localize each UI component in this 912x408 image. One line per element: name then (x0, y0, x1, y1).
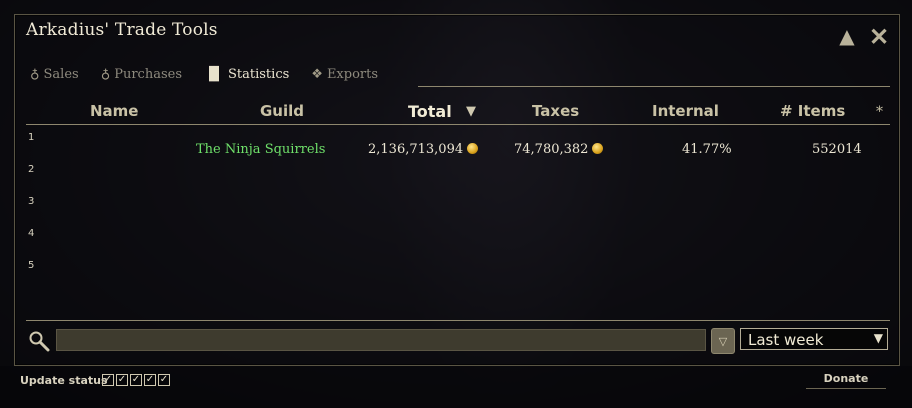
cell-guild: The Ninja Squirrels (196, 142, 326, 157)
column-header-guild[interactable]: Guild (260, 102, 304, 120)
status-checkbox[interactable]: ✓ (130, 374, 142, 386)
update-status-checks: ✓ ✓ ✓ ✓ ✓ (102, 374, 170, 386)
status-checkbox[interactable]: ✓ (158, 374, 170, 386)
filter-button[interactable]: ▽ (711, 328, 735, 354)
money-bag-icon: ♁ (30, 66, 40, 82)
row-number: 1 (28, 132, 35, 143)
sort-descending-icon[interactable]: ▼ (466, 104, 476, 119)
table-row[interactable]: 2 (26, 164, 890, 192)
tab-statistics[interactable]: ▐▌ Statistics (204, 62, 289, 86)
tab-sales[interactable]: ♁ Sales (30, 62, 79, 86)
tab-label: Exports (326, 66, 379, 82)
cell-internal: 41.77% (682, 142, 732, 157)
row-number: 2 (28, 164, 35, 175)
column-header-extra: * (876, 104, 883, 120)
status-checkbox[interactable]: ✓ (102, 374, 114, 386)
row-number: 5 (28, 260, 35, 271)
close-icon[interactable]: ✕ (868, 22, 890, 51)
collapse-icon[interactable]: ▲ (836, 24, 858, 48)
table-row[interactable]: 3 (26, 196, 890, 224)
tab-bar: ♁ Sales ♁ Purchases ▐▌ Statistics ❖ Expo… (30, 62, 400, 86)
table-bottom-divider (26, 320, 890, 321)
search-icon[interactable] (28, 330, 50, 352)
table-row[interactable]: 5 (26, 260, 890, 288)
column-header-taxes[interactable]: Taxes (532, 102, 579, 120)
column-header-internal[interactable]: Internal (652, 102, 719, 120)
status-checkbox[interactable]: ✓ (116, 374, 128, 386)
column-header-total[interactable]: Total (408, 102, 452, 121)
export-icon: ❖ (311, 66, 323, 82)
money-bag-icon: ♁ (100, 66, 111, 82)
row-number: 3 (28, 196, 35, 207)
status-bar (0, 366, 912, 408)
gold-coin-icon (467, 143, 479, 154)
chevron-down-icon: ▼ (873, 331, 883, 345)
table-header: Name Guild Total Taxes Internal # Items (26, 102, 890, 124)
tab-exports[interactable]: ❖ Exports (311, 62, 378, 86)
update-status-label: Update status (20, 374, 108, 387)
tab-label: Statistics (228, 66, 290, 82)
donate-button[interactable]: Donate (806, 370, 886, 389)
total-value: 2,136,713,094 (368, 142, 464, 157)
header-divider (26, 124, 890, 125)
tab-label: Sales (43, 66, 79, 82)
table-row[interactable]: 4 (26, 228, 890, 256)
tab-underline (418, 86, 890, 87)
bar-chart-icon: ▐▌ (204, 66, 224, 82)
window-title: Arkadius' Trade Tools (26, 20, 218, 40)
column-header-items[interactable]: # Items (780, 102, 845, 120)
cell-items: 552014 (812, 142, 862, 157)
status-checkbox[interactable]: ✓ (144, 374, 156, 386)
search-input[interactable] (56, 329, 706, 351)
cell-total: 2,136,713,094 (368, 142, 479, 157)
cell-taxes: 74,780,382 (514, 142, 604, 157)
table-row[interactable]: 1 The Ninja Squirrels 2,136,713,094 74,7… (26, 132, 890, 160)
period-select[interactable]: Last week ▼ (740, 328, 888, 350)
taxes-value: 74,780,382 (514, 142, 589, 157)
tab-label: Purchases (114, 66, 182, 82)
period-select-value: Last week (748, 331, 824, 349)
column-header-name[interactable]: Name (90, 102, 138, 120)
gold-coin-icon (592, 143, 604, 154)
row-number: 4 (28, 228, 35, 239)
tab-purchases[interactable]: ♁ Purchases (101, 62, 182, 86)
